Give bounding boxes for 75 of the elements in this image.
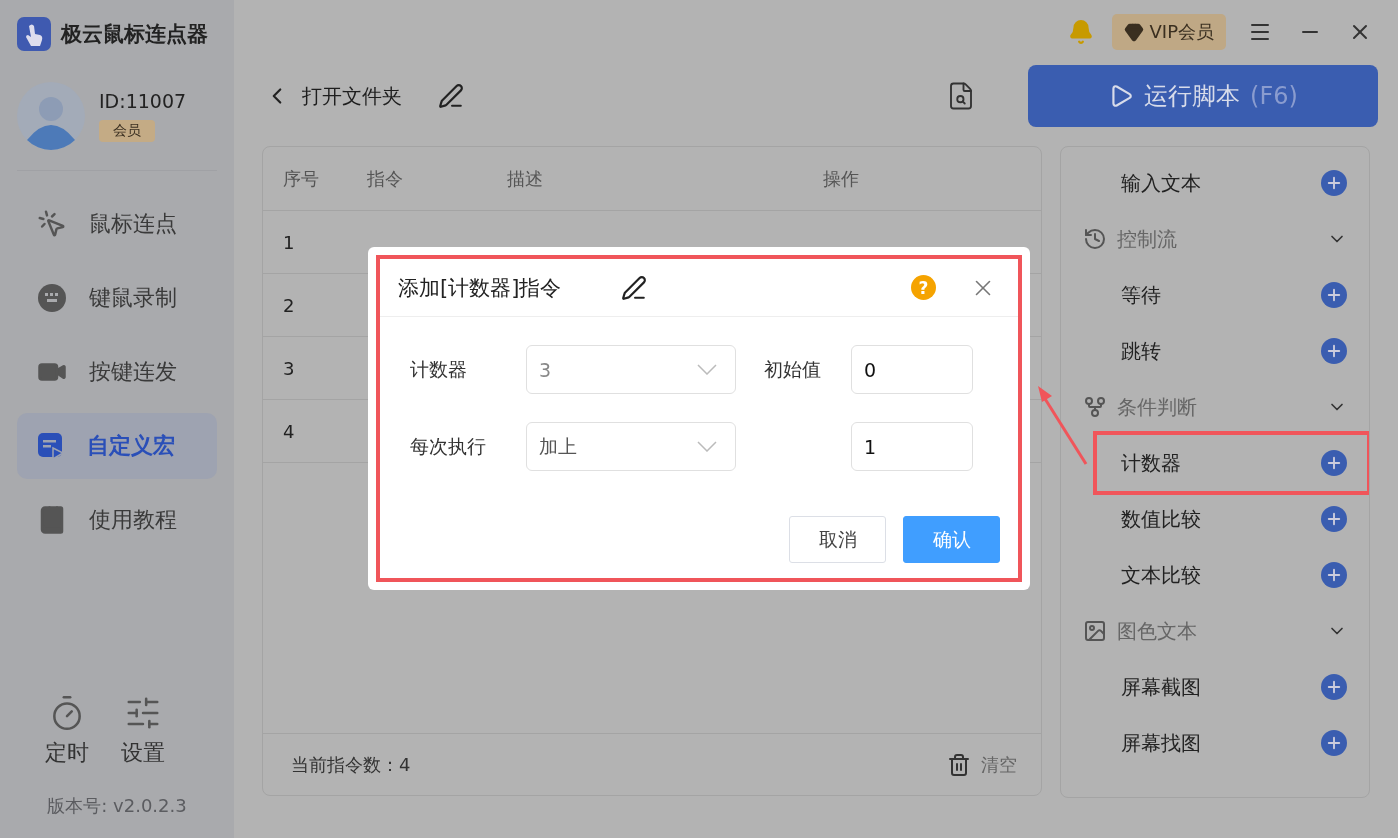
app-title: 极云鼠标连点器 [61, 21, 208, 48]
add-icon[interactable] [1321, 170, 1347, 196]
add-icon[interactable] [1321, 562, 1347, 588]
nav-label: 鼠标连点 [89, 210, 177, 238]
clear-button[interactable]: 清空 [947, 752, 1017, 777]
bottom-nav-label[interactable]: 设置 [121, 738, 165, 768]
palette-item[interactable]: 跳转 [1121, 337, 1311, 365]
diamond-icon [1123, 22, 1144, 42]
add-icon[interactable] [1321, 506, 1347, 532]
field-label: 每次执行 [410, 433, 487, 459]
add-icon[interactable] [1321, 674, 1347, 700]
trash-icon [947, 752, 971, 777]
chevron-icon [697, 441, 717, 452]
image-icon [1083, 619, 1107, 643]
user-id: ID:11007 [99, 90, 187, 112]
chevron-icon [697, 364, 717, 375]
nav-item[interactable]: 自定义宏 [17, 413, 217, 479]
field-label: 计数器 [410, 356, 468, 382]
palette-group[interactable]: 控制流 [1061, 211, 1369, 267]
nav-item[interactable]: 按键连发 [17, 339, 217, 405]
column-header: 序号 [283, 166, 320, 191]
palette-item[interactable]: 等待 [1121, 281, 1311, 309]
macro-icon [37, 432, 65, 460]
version-text: 版本号: v2.0.2.3 [46, 794, 188, 818]
bottom-nav-label[interactable]: 定时 [45, 738, 89, 768]
column-header: 操作 [823, 166, 860, 191]
add-icon[interactable] [1321, 730, 1347, 756]
confirm-button[interactable]: 确认 [903, 516, 1000, 563]
palette-item[interactable]: 数值比较 [1121, 505, 1311, 533]
nav-item[interactable]: 键鼠录制 [17, 265, 217, 331]
table-cell: 1 [283, 231, 295, 253]
history-icon [1083, 227, 1107, 251]
run-script-button[interactable]: 运行脚本 (F6) [1028, 65, 1378, 127]
field-label: 初始值 [763, 356, 822, 382]
palette-item[interactable]: 计数器 [1121, 449, 1311, 477]
nav-label: 键鼠录制 [89, 284, 177, 312]
palette-item[interactable]: 屏幕截图 [1121, 673, 1311, 701]
table-cell: 4 [283, 420, 295, 442]
command-count: 当前指令数：4 [291, 752, 411, 777]
edit-icon[interactable] [621, 274, 648, 301]
group-label: 条件判断 [1117, 393, 1198, 421]
edit-icon[interactable] [438, 83, 464, 109]
column-header: 指令 [367, 166, 404, 191]
select-field[interactable]: 加上 [526, 422, 736, 471]
nav-item[interactable]: 鼠标连点 [17, 191, 217, 257]
avatar-icon [17, 82, 85, 150]
palette-item[interactable]: 屏幕找图 [1121, 729, 1311, 757]
input-field[interactable]: 1 [851, 422, 973, 471]
group-label: 控制流 [1117, 225, 1178, 253]
member-badge: 会员 [99, 120, 155, 142]
palette-item[interactable]: 文本比较 [1121, 561, 1311, 589]
cancel-button[interactable]: 取消 [789, 516, 886, 563]
column-header: 描述 [507, 166, 544, 191]
table-cell: 3 [283, 357, 295, 379]
keyboard-icon [37, 283, 67, 313]
add-icon[interactable] [1321, 450, 1347, 476]
app-logo [17, 17, 51, 51]
palette-group[interactable]: 条件判断 [1061, 379, 1369, 435]
cursor-click-icon [37, 209, 67, 239]
folder-title: 打开文件夹 [302, 82, 402, 110]
nav-item[interactable]: 使用教程 [17, 487, 217, 553]
fork-icon [1083, 395, 1107, 419]
add-icon[interactable] [1321, 282, 1347, 308]
nav-label: 使用教程 [89, 506, 177, 534]
vip-button[interactable]: VIP会员 [1111, 14, 1226, 50]
input-field[interactable]: 0 [851, 345, 973, 394]
select-field[interactable]: 3 [526, 345, 736, 394]
palette-item[interactable]: 输入文本 [1121, 169, 1311, 197]
table-cell: 2 [283, 294, 295, 316]
group-label: 图色文本 [1117, 617, 1198, 645]
nav-label: 自定义宏 [87, 432, 175, 460]
palette-group[interactable]: 图色文本 [1061, 603, 1369, 659]
add-icon[interactable] [1321, 338, 1347, 364]
nav-label: 按键连发 [89, 358, 177, 386]
dialog-title: 添加[计数器]指令 [398, 274, 562, 302]
